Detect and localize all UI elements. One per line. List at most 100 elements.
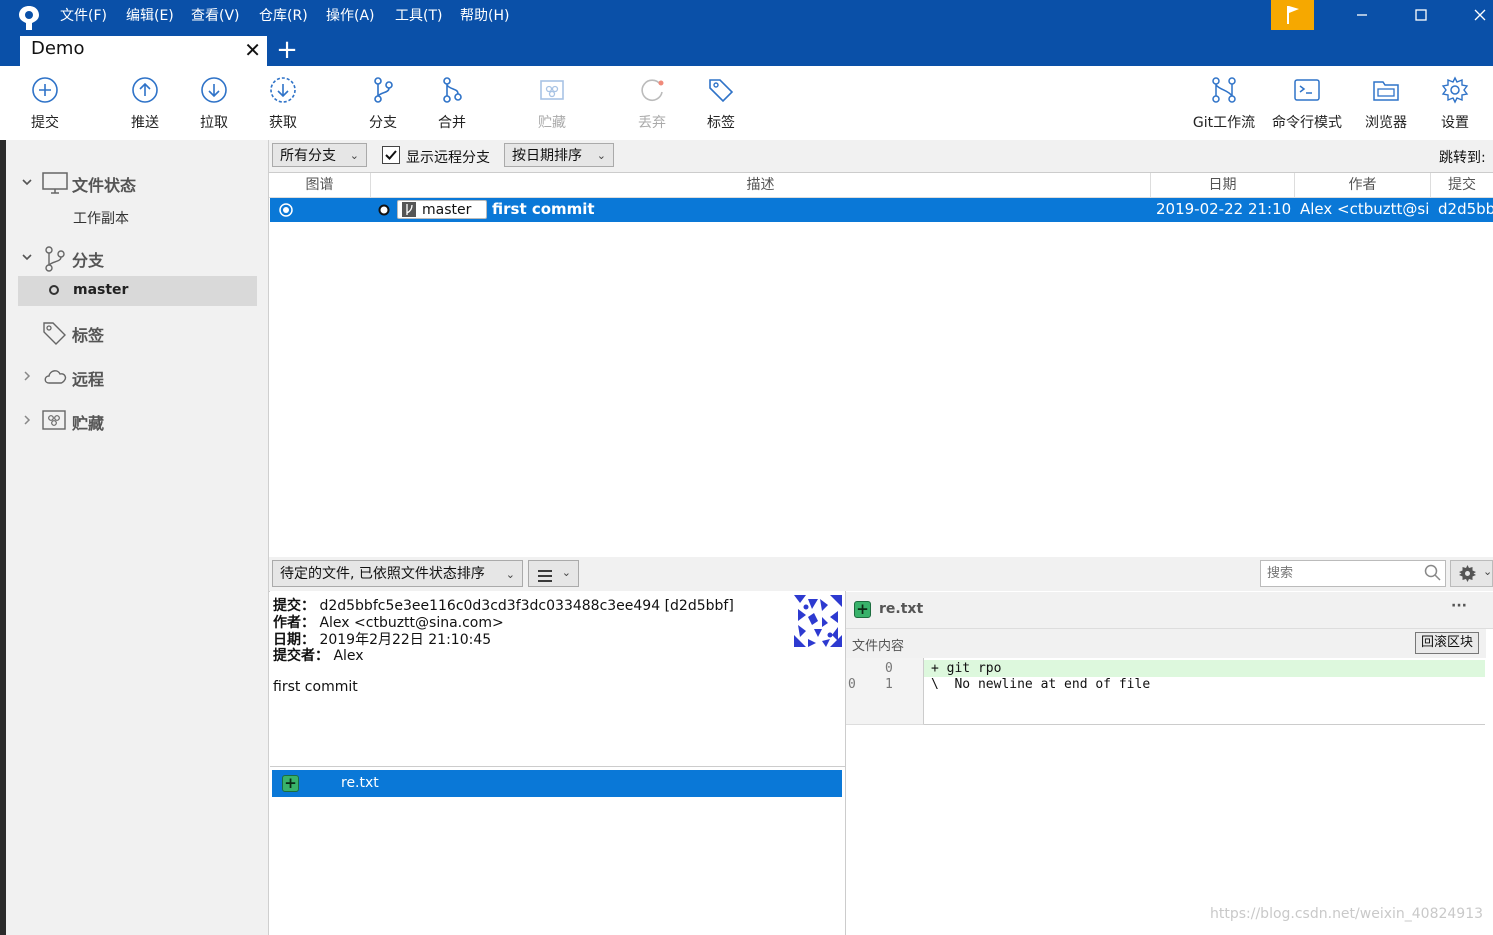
gitflow-label: Git工作流 — [1192, 115, 1256, 131]
app-logo-icon — [16, 4, 42, 32]
commit-details: 提交： d2d5bbfc5e3ee116c0d3cd3f3dc033488c3e… — [270, 591, 846, 767]
sidebar-label-tags: 标签 — [72, 326, 105, 345]
monitor-icon — [41, 170, 69, 200]
working-copy-node-icon — [279, 203, 293, 221]
column-graph[interactable]: 图谱 — [269, 173, 371, 197]
show-remote-checkbox[interactable] — [382, 146, 400, 164]
tab-demo[interactable]: Demo ✕ — [20, 36, 267, 66]
tab-label: Demo — [31, 38, 85, 59]
fetch-button[interactable]: 获取 — [248, 66, 318, 140]
menu-view[interactable]: 查看(V) — [191, 6, 240, 26]
sidebar-label-stashes: 贮藏 — [72, 414, 105, 433]
file-sort-dropdown[interactable]: 待定的文件, 已依照文件状态排序 ⌄ — [272, 560, 523, 587]
terminal-icon — [1294, 79, 1320, 101]
jump-to-label: 跳转到: — [1439, 150, 1486, 166]
diff-line-text[interactable]: + git rpo — [931, 661, 1001, 676]
sidebar-item-file-status[interactable]: 文件状态 — [6, 168, 268, 198]
menu-tools[interactable]: 工具(T) — [395, 6, 442, 26]
fetch-label: 获取 — [269, 115, 297, 131]
branch-badge: master — [397, 200, 487, 219]
toolbar: 提交 推送 拉取 获取 分支 合并 贮藏 丢弃 标签 Git工作流 命令行模式 — [0, 66, 1493, 141]
maximize-icon — [1415, 9, 1427, 21]
chevron-right-icon[interactable] — [20, 366, 34, 390]
merge-label: 合并 — [438, 115, 466, 131]
stash-icon — [41, 408, 69, 436]
fetch-icon — [270, 77, 296, 103]
file-added-icon: + — [282, 775, 299, 792]
chevron-down-icon: ⌄ — [561, 566, 571, 579]
discard-hunk-button[interactable]: 回滚区块 — [1415, 632, 1479, 654]
chevron-down-icon[interactable] — [20, 172, 34, 196]
table-row[interactable]: master first commit 2019-02-22 21:10 Ale… — [270, 198, 1493, 222]
hunk-title: 文件内容 — [852, 639, 905, 654]
stash-button[interactable]: 贮藏 — [517, 66, 587, 140]
commit-button[interactable]: 提交 — [10, 66, 80, 140]
sidebar-label-file-status: 文件状态 — [72, 176, 137, 195]
menu-edit[interactable]: 编辑(E) — [126, 6, 174, 26]
menu-repository[interactable]: 仓库(R) — [259, 6, 308, 26]
plus-circle-icon — [32, 77, 58, 103]
commit-node-icon — [378, 204, 390, 220]
branch-filter-value: 所有分支 — [280, 148, 336, 164]
diff-new-line-number: 1 — [885, 677, 893, 692]
sidebar-item-stashes[interactable]: 贮藏 — [6, 406, 268, 436]
settings-button[interactable]: 设置 — [1420, 66, 1490, 140]
search-input[interactable] — [1260, 560, 1446, 587]
merge-button[interactable]: 合并 — [417, 66, 487, 140]
menu-actions[interactable]: 操作(A) — [326, 6, 375, 26]
view-mode-dropdown[interactable]: ⌄ — [528, 560, 579, 587]
close-window-button[interactable] — [1457, 0, 1493, 30]
detail-message: first commit — [273, 679, 358, 695]
more-options-icon[interactable]: ··· — [1451, 598, 1467, 614]
tag-icon — [709, 79, 734, 103]
stash-label: 贮藏 — [538, 115, 566, 131]
settings-label: 设置 — [1441, 115, 1469, 131]
sidebar-item-tags[interactable]: 标签 — [6, 318, 268, 348]
column-commit[interactable]: 提交 — [1431, 173, 1493, 197]
chevron-down-icon[interactable] — [20, 247, 34, 271]
column-date[interactable]: 日期 — [1151, 173, 1295, 197]
commit-list-area — [270, 222, 1493, 558]
checkmark-icon — [385, 150, 397, 160]
diff-old-line-number: 0 — [848, 677, 856, 692]
column-author[interactable]: 作者 — [1295, 173, 1431, 197]
diff-line-text[interactable]: \ No newline at end of file — [931, 677, 1150, 692]
sidebar-item-master[interactable]: master — [18, 276, 257, 306]
minimize-button[interactable] — [1339, 0, 1385, 30]
sidebar-item-working-copy[interactable]: 工作副本 — [6, 202, 268, 232]
commit-hash: d2d5bb — [1438, 200, 1493, 218]
notification-flag-button[interactable] — [1271, 0, 1314, 30]
tag-button[interactable]: 标签 — [686, 66, 756, 140]
watermark: https://blog.csdn.net/weixin_40824913 — [1210, 906, 1484, 922]
diff-options-button[interactable]: ⌄ — [1450, 560, 1493, 587]
menu-help[interactable]: 帮助(H) — [460, 6, 509, 26]
terminal-button[interactable]: 命令行模式 — [1272, 66, 1342, 140]
flag-icon — [1287, 6, 1299, 24]
show-remote-label: 显示远程分支 — [406, 150, 490, 166]
branch-icon — [43, 245, 67, 277]
sidebar-label-master: master — [73, 282, 129, 298]
maximize-button[interactable] — [1398, 0, 1444, 30]
close-icon — [1474, 9, 1486, 21]
branch-icon — [374, 77, 393, 103]
file-sort-value: 待定的文件, 已依照文件状态排序 — [280, 566, 485, 582]
diff-file-header: + re.txt ··· — [846, 592, 1493, 629]
chevron-down-icon: ⌄ — [349, 149, 359, 162]
sidebar-item-remotes[interactable]: 远程 — [6, 362, 268, 392]
arrow-up-circle-icon — [132, 77, 158, 103]
current-branch-icon — [48, 284, 60, 300]
column-description[interactable]: 描述 — [371, 173, 1151, 197]
chevron-down-icon: ⌄ — [1483, 565, 1493, 578]
gear-icon — [1441, 76, 1469, 104]
search-icon[interactable] — [1424, 564, 1442, 586]
gitflow-button[interactable]: Git工作流 — [1189, 66, 1259, 140]
sidebar-item-branches[interactable]: 分支 — [6, 243, 268, 273]
menu-file[interactable]: 文件(F) — [60, 6, 107, 26]
sort-dropdown[interactable]: 按日期排序 ⌄ — [504, 143, 614, 167]
branch-filter-dropdown[interactable]: 所有分支 ⌄ — [272, 143, 367, 167]
tab-close-icon[interactable]: ✕ — [244, 38, 261, 62]
chevron-right-icon[interactable] — [20, 410, 34, 434]
diff-file-name: re.txt — [879, 601, 924, 617]
list-item[interactable]: + re.txt — [272, 770, 842, 797]
new-tab-button[interactable]: + — [273, 36, 301, 64]
